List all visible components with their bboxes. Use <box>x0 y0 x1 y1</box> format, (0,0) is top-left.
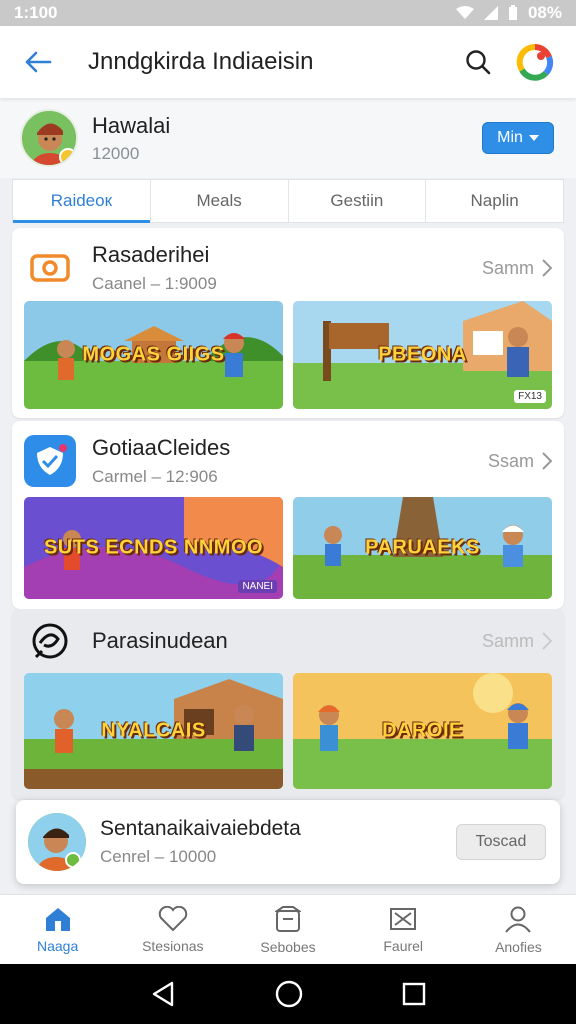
section-header[interactable]: Rasaderihei Caanel – 1:9009 Samm <box>12 228 564 308</box>
search-button[interactable] <box>450 34 506 90</box>
now-playing-subtitle: Cenrel – 10000 <box>100 847 217 866</box>
thumbnail-title: PARUAEKS <box>365 536 480 559</box>
home-icon <box>45 907 70 931</box>
user-icon <box>505 906 532 933</box>
thumbnail-title: MOGAS GIIGS <box>82 343 225 366</box>
status-time: 1:100 <box>14 3 58 22</box>
thumbnail-title: DAROIE <box>382 719 463 742</box>
status-icons: 08% <box>455 3 562 23</box>
tab-raideok[interactable]: Raidеок <box>13 180 151 223</box>
game-thumbnail[interactable]: MOGAS GIIGS <box>24 301 283 409</box>
thumbnail-badge: NANEI <box>238 580 277 593</box>
tab-meals[interactable]: Meals <box>151 180 289 222</box>
battery-level: 08% <box>527 3 562 22</box>
ticket-icon <box>24 242 76 294</box>
status-bar: 1:100 08% <box>0 0 576 26</box>
avatar-illustration <box>28 813 86 871</box>
recents-square-icon[interactable] <box>402 982 426 1006</box>
section-title: Parasinudean <box>92 628 228 653</box>
section-card: Rasaderihei Caanel – 1:9009 Samm MOGAS G… <box>12 228 564 418</box>
wifi-icon <box>455 6 474 19</box>
home-circle-icon[interactable] <box>275 980 303 1008</box>
mail-icon <box>390 907 417 930</box>
page-title: Jnndgkirda Indiaeisin <box>88 48 314 75</box>
game-thumbnail[interactable]: DAROIE <box>293 673 552 789</box>
arrow-left-icon <box>25 51 52 73</box>
signal-icon <box>483 6 498 20</box>
thumbnail-title: PBEONA <box>378 343 467 366</box>
tab-gestiin[interactable]: Gestiin <box>289 180 427 222</box>
battery-icon <box>508 5 517 20</box>
tab-naplin[interactable]: Naplin <box>426 180 563 222</box>
account-logo-button[interactable] <box>506 34 564 90</box>
profile-count: 12000 <box>92 143 140 163</box>
now-playing-card[interactable]: Sentanaikaivaiebdeta Cenrel – 10000 Tosc… <box>16 800 560 884</box>
game-thumbnail[interactable]: PARUAEKS <box>293 497 552 599</box>
profile-name: Hawalai <box>92 112 171 138</box>
thumbnail-title: SUTS ECNDS NNMOO <box>43 536 264 559</box>
min-dropdown-button[interactable]: Min <box>482 122 554 154</box>
bottom-navigation: Naaga Stesionas Sebobes Faurel Anofies <box>0 894 576 964</box>
min-button-label: Min <box>497 129 523 146</box>
nav-home[interactable]: Naaga <box>0 895 115 964</box>
section-header[interactable]: GotiaaCleides Carmel – 12:906 Ssam <box>12 421 564 501</box>
game-thumbnail[interactable]: SUTS ECNDS NNMOO NANEI <box>24 497 283 599</box>
game-thumbnail[interactable]: NYALCAIS <box>24 673 283 789</box>
toscad-button[interactable]: Toscad <box>456 824 546 860</box>
google-logo-icon <box>516 43 554 81</box>
chevron-right-icon <box>542 632 552 650</box>
now-playing-title: Sentanaikaivaiebdeta <box>100 817 301 840</box>
see-all-button[interactable]: Samm <box>482 258 552 279</box>
chevron-right-icon <box>542 259 552 277</box>
heart-icon <box>158 905 187 931</box>
chevron-down-icon <box>528 135 539 141</box>
section-title: GotiaaCleides <box>92 435 231 460</box>
app-bar: Jnndgkirda Indiaeisin <box>0 26 576 98</box>
section-title: Rasaderihei <box>92 242 210 267</box>
section-card: Parasinudean Samm NYALCAIS DAROIE <box>12 609 564 799</box>
see-all-button[interactable]: Samm <box>482 631 552 652</box>
thumbnail-title: NYALCAIS <box>101 719 206 742</box>
swirl-icon <box>24 615 76 667</box>
chevron-right-icon <box>542 452 552 470</box>
box-icon <box>275 905 301 932</box>
shield-check-icon <box>24 435 76 487</box>
back-triangle-icon[interactable] <box>150 981 176 1007</box>
nav-favorites[interactable]: Stesionas <box>115 895 230 964</box>
section-header[interactable]: Parasinudean Samm <box>12 609 564 673</box>
back-button[interactable] <box>0 26 76 98</box>
section-subtitle: Carmel – 12:906 <box>92 467 218 486</box>
nav-library[interactable]: Sebobes <box>230 895 345 964</box>
nav-messages[interactable]: Faurel <box>346 895 461 964</box>
game-thumbnail[interactable]: PBEONA FX13 <box>293 301 552 409</box>
avatar-illustration <box>22 111 76 165</box>
system-navigation-bar <box>0 964 576 1024</box>
section-subtitle: Caanel – 1:9009 <box>92 274 217 293</box>
profile-header: Hawalai 12000 Min <box>0 98 576 178</box>
search-icon <box>466 50 491 75</box>
tab-bar: Raidеок Meals Gestiin Naplin <box>12 179 564 223</box>
thumbnail-badge: FX13 <box>514 390 546 403</box>
see-all-button[interactable]: Ssam <box>488 451 552 472</box>
avatar <box>28 813 86 871</box>
nav-profile[interactable]: Anofies <box>461 895 576 964</box>
section-card: GotiaaCleides Carmel – 12:906 Ssam SUTS … <box>12 421 564 609</box>
avatar[interactable] <box>20 109 78 167</box>
